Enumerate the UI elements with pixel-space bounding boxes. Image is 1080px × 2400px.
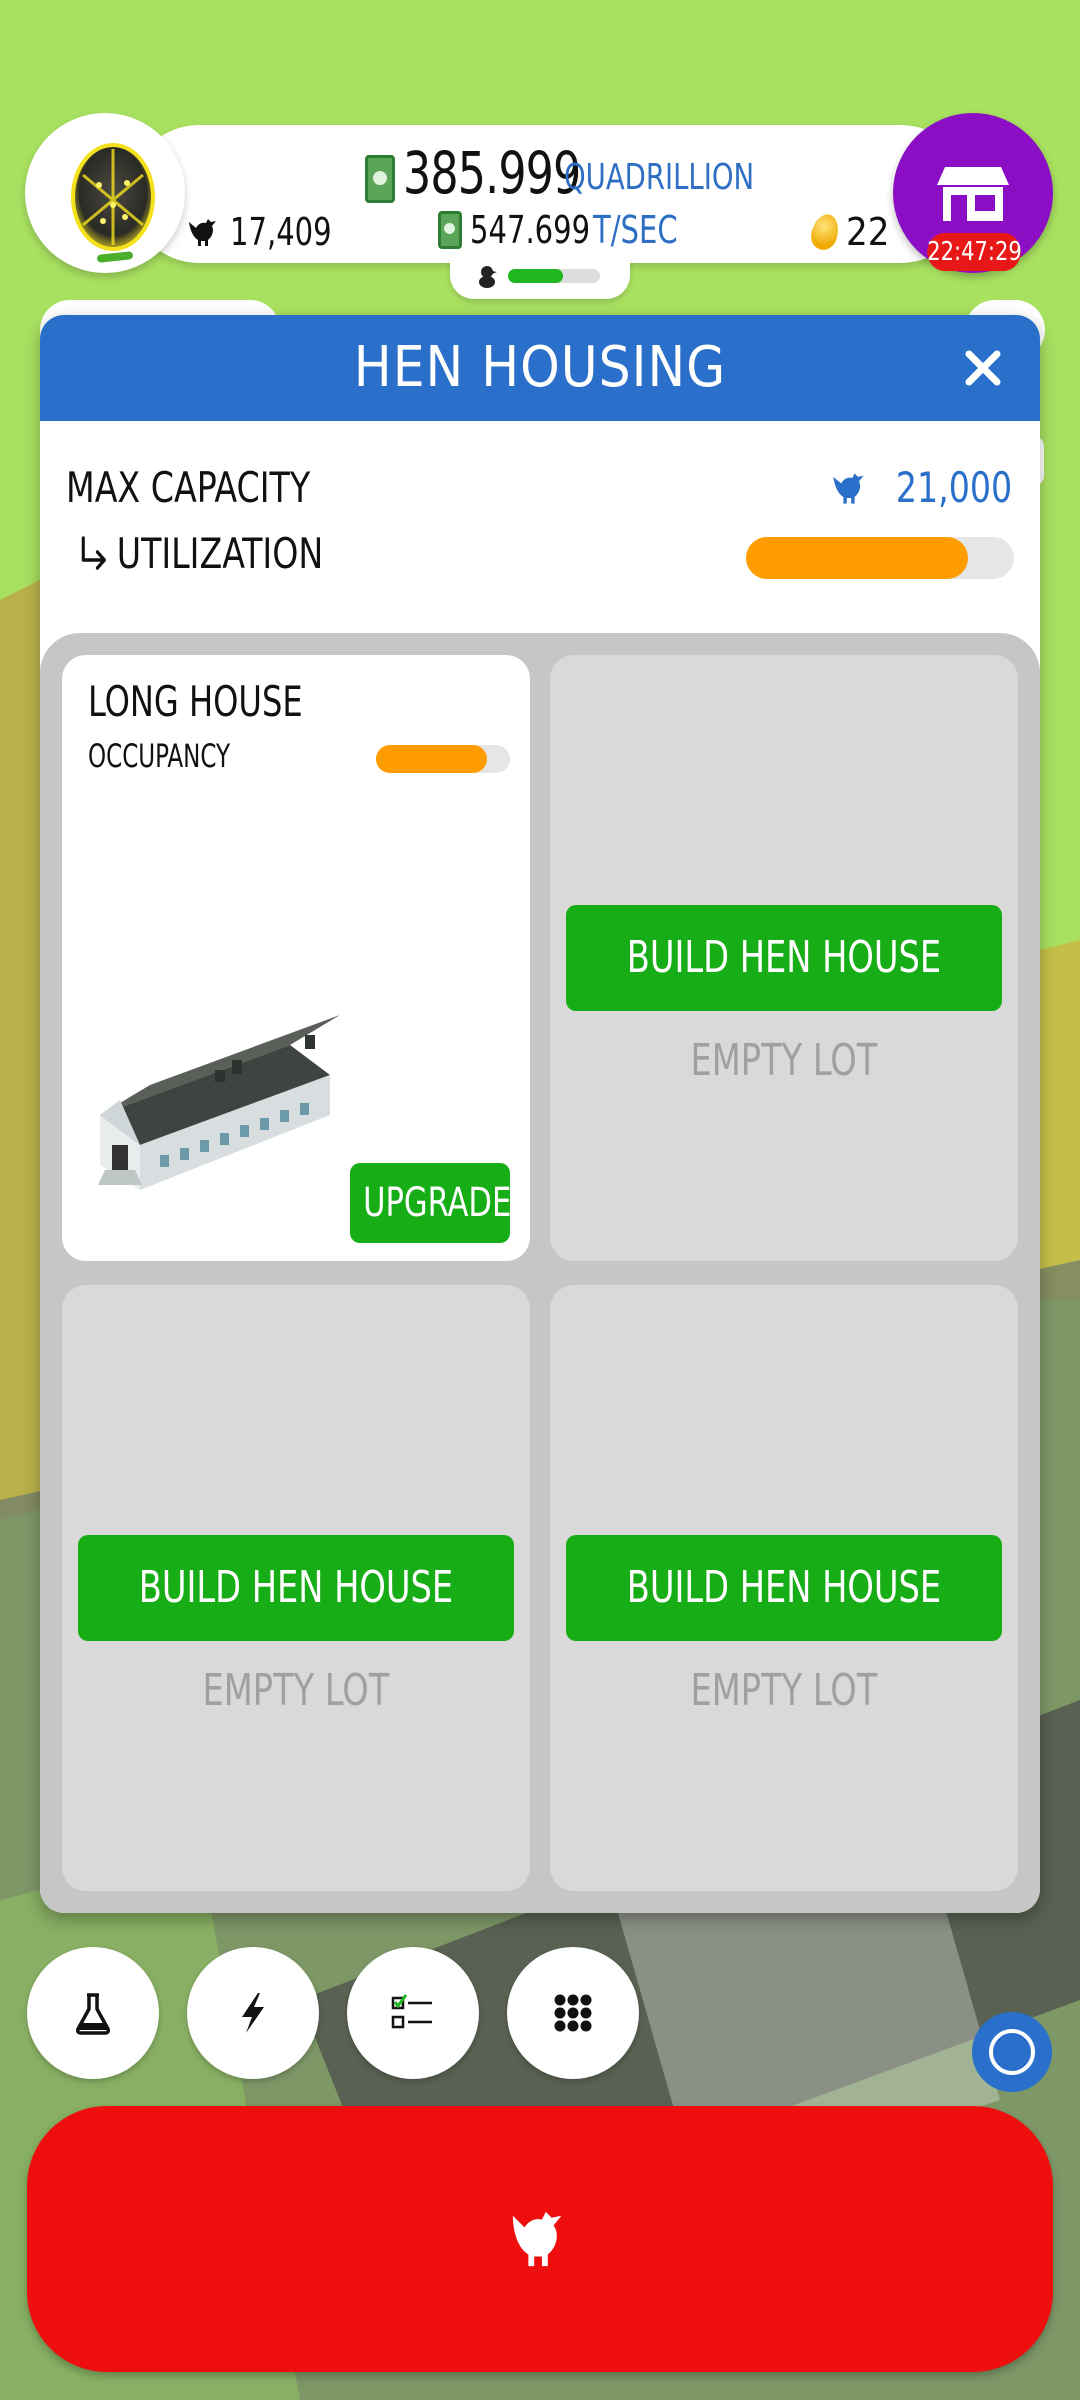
menu-button[interactable]	[507, 1947, 639, 2079]
shop-timer: 22:47:29	[927, 233, 1022, 271]
camera-toggle-button[interactable]	[972, 2012, 1052, 2092]
soul-egg-icon	[71, 143, 155, 251]
chicken-count-value: 17,409	[230, 210, 332, 254]
max-capacity-value: 21,000	[830, 463, 1012, 512]
lightning-icon	[242, 1993, 264, 2033]
max-capacity-number: 21,000	[895, 463, 1012, 512]
egg-selector[interactable]	[25, 113, 185, 273]
golden-egg-icon	[807, 211, 843, 253]
empty-lot: BUILD HEN HOUSE EMPTY LOT	[550, 1285, 1018, 1891]
grid-menu-icon	[554, 1994, 592, 2032]
empty-lot-label: EMPTY LOT	[550, 1665, 1018, 1716]
shop-icon	[937, 167, 1009, 221]
close-button[interactable]	[948, 333, 1018, 403]
utilization-bar	[746, 537, 1014, 579]
occupancy-bar	[376, 745, 510, 773]
money-amount: 385.999	[403, 139, 581, 207]
utilization-label: UTILIZATION	[116, 529, 324, 578]
empty-lot-text: EMPTY LOT	[202, 1665, 390, 1716]
hatch-chicken-button[interactable]	[27, 2106, 1053, 2372]
chicken-count: 17,409	[186, 210, 350, 254]
house-name: LONG HOUSE	[88, 677, 303, 726]
checklist-icon	[391, 1994, 432, 2029]
chicken-icon	[189, 219, 216, 246]
lot-long-house: LONG HOUSE OCCUPANCY UPGRADE	[62, 655, 530, 1261]
panel-title: HEN HOUSING	[353, 335, 727, 400]
occupancy-label: OCCUPANCY	[88, 737, 231, 775]
build-hen-house-button[interactable]: BUILD HEN HOUSE	[566, 1535, 1002, 1641]
golden-egg-count: 22	[807, 210, 890, 254]
research-button[interactable]	[27, 1947, 159, 2079]
chicken-icon	[512, 2211, 562, 2267]
empty-lot-label: EMPTY LOT	[62, 1665, 530, 1716]
lots-grid: LONG HOUSE OCCUPANCY UPGRADE BUILD HEN H…	[40, 633, 1040, 1913]
occupancy-bar-fill	[376, 745, 488, 773]
build-hen-house-button[interactable]: BUILD HEN HOUSE	[78, 1535, 514, 1641]
money-display: 385.999 QUADRILLION	[365, 143, 787, 203]
earning-rate-unit: T/SEC	[593, 208, 678, 252]
circle-icon	[989, 2029, 1035, 2075]
missions-button[interactable]	[347, 1947, 479, 2079]
upgrade-button-label: UPGRADE	[363, 1180, 512, 1226]
hen-housing-panel: HEN HOUSING MAX CAPACITY 21,000 UTILIZAT…	[40, 315, 1040, 1913]
cash-icon	[365, 155, 395, 203]
close-icon	[965, 350, 1001, 386]
build-button-label: BUILD HEN HOUSE	[626, 932, 942, 983]
long-house-image	[98, 1015, 340, 1190]
earning-rate: 547.699 T/SEC	[438, 208, 693, 252]
empty-lot-text: EMPTY LOT	[690, 1035, 878, 1086]
hatchery-progress-fill	[508, 269, 564, 283]
utilization-bar-fill	[746, 537, 969, 579]
empty-lot-label: EMPTY LOT	[550, 1035, 1018, 1086]
chick-icon	[479, 266, 497, 288]
boosts-button[interactable]	[187, 1947, 319, 2079]
empty-lot-text: EMPTY LOT	[690, 1665, 878, 1716]
empty-lot: BUILD HEN HOUSE EMPTY LOT	[62, 1285, 530, 1891]
max-capacity-label: MAX CAPACITY	[66, 463, 311, 512]
hatchery-progress[interactable]	[450, 255, 630, 299]
build-hen-house-button[interactable]: BUILD HEN HOUSE	[566, 905, 1002, 1011]
cash-icon	[438, 211, 462, 249]
earning-rate-value: 547.699	[470, 208, 591, 252]
panel-header: HEN HOUSING	[40, 315, 1040, 421]
hatchery-progress-track	[508, 269, 600, 283]
chicken-icon	[833, 472, 864, 504]
golden-egg-value: 22	[846, 210, 890, 254]
utilization-row-label: UTILIZATION	[78, 529, 323, 578]
empty-lot: BUILD HEN HOUSE EMPTY LOT	[550, 655, 1018, 1261]
flask-icon	[76, 1993, 110, 2035]
money-unit: QUADRILLION	[563, 157, 754, 198]
build-button-label: BUILD HEN HOUSE	[626, 1562, 942, 1613]
upgrade-button[interactable]: UPGRADE	[350, 1163, 512, 1243]
build-button-label: BUILD HEN HOUSE	[138, 1562, 454, 1613]
return-arrow-icon	[81, 535, 106, 570]
